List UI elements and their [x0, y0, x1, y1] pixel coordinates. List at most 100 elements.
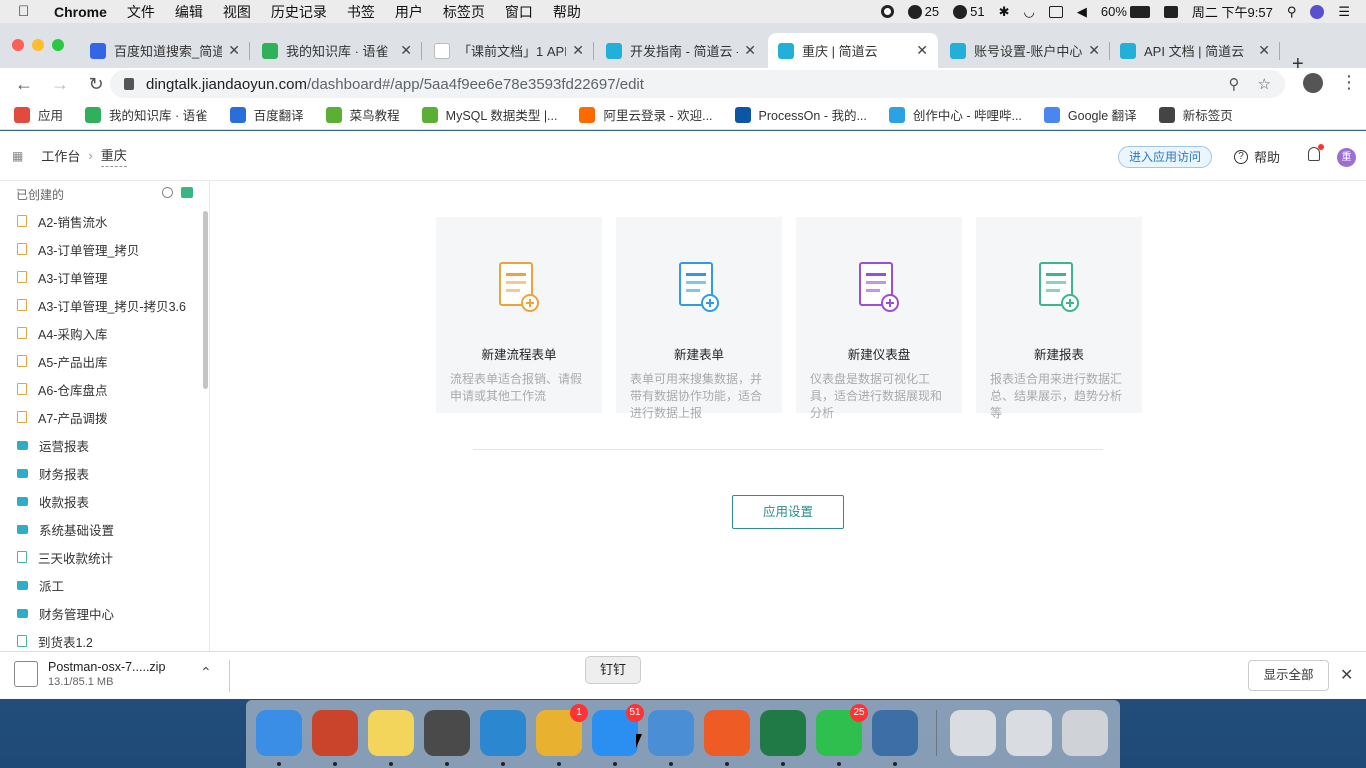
- create-card-1[interactable]: 新建流程表单 流程表单适合报销、请假申请或其他工作流: [436, 217, 602, 413]
- record-icon[interactable]: [880, 5, 894, 18]
- sidebar-item[interactable]: 三天收款统计: [0, 543, 209, 571]
- quicktime-icon[interactable]: [872, 710, 918, 766]
- bookmark-star-icon[interactable]: ☆: [1258, 75, 1271, 93]
- menu-kebab-icon[interactable]: ⋮: [1340, 72, 1358, 93]
- address-bar[interactable]: dingtalk.jiandaoyun.com/dashboard#/app/5…: [110, 70, 1285, 98]
- screenshot-file-icon[interactable]: [1006, 710, 1052, 756]
- close-window-button[interactable]: [12, 39, 24, 51]
- download-item[interactable]: Postman-osx-7.....zip 13.1/85.1 MB ⌃: [14, 660, 212, 688]
- tab-close-icon[interactable]: ✕: [1088, 42, 1100, 59]
- menu-window[interactable]: 窗口: [505, 2, 533, 22]
- screen-icon[interactable]: [648, 710, 694, 766]
- enter-app-button[interactable]: 进入应用访问: [1118, 146, 1213, 168]
- sidebar-item[interactable]: 派工: [0, 571, 209, 599]
- tab-4[interactable]: 开发指南 - 简道云 - ✕: [596, 33, 766, 68]
- maximize-window-button[interactable]: [52, 39, 64, 51]
- breadcrumb-workbench[interactable]: 工作台: [41, 146, 80, 165]
- bookmark-item[interactable]: MySQL 数据类型 |...: [421, 105, 557, 124]
- sidebar-item[interactable]: A7-产品调拨: [0, 403, 209, 431]
- tab-close-icon[interactable]: ✕: [228, 42, 240, 59]
- siri-icon[interactable]: [1310, 4, 1325, 19]
- sidebar-item[interactable]: A5-产品出库: [0, 347, 209, 375]
- menu-history[interactable]: 历史记录: [271, 2, 327, 22]
- menu-edit[interactable]: 编辑: [175, 2, 203, 22]
- notification-bell-icon[interactable]: [1308, 144, 1324, 161]
- notes-icon[interactable]: [368, 710, 414, 766]
- sidebar-item[interactable]: 到货表1.2: [0, 627, 209, 651]
- menu-file[interactable]: 文件: [127, 2, 155, 22]
- excel-icon[interactable]: [760, 710, 806, 766]
- sidebar-item[interactable]: 财务报表: [0, 459, 209, 487]
- tab-1[interactable]: 百度知道搜索_简道云 ✕: [80, 33, 250, 68]
- apps-grid-icon[interactable]: ▦: [12, 149, 23, 163]
- notification-center-icon[interactable]: ☰: [1338, 4, 1350, 20]
- tab-2[interactable]: 我的知识库 · 语雀 ✕: [252, 33, 422, 68]
- postman-icon[interactable]: [704, 710, 750, 766]
- bookmark-item[interactable]: 创作中心 - 哔哩哔...: [888, 105, 1022, 124]
- trash-icon[interactable]: [1062, 710, 1108, 756]
- sidebar-scrollbar[interactable]: [203, 211, 208, 389]
- user-avatar[interactable]: 重: [1337, 148, 1356, 167]
- finder-icon[interactable]: [256, 710, 302, 766]
- create-card-2[interactable]: 新建表单 表单可用来搜集数据，并带有数据协作功能，适合进行数据上报: [616, 217, 782, 420]
- volume-icon[interactable]: ◀: [1077, 4, 1087, 20]
- bookmark-item[interactable]: 阿里云登录 - 欢迎...: [579, 105, 713, 124]
- app-settings-button[interactable]: 应用设置: [732, 495, 844, 529]
- lock-icon[interactable]: [124, 78, 134, 90]
- sidebar-item[interactable]: 系统基础设置: [0, 515, 209, 543]
- bookmark-item[interactable]: 应用: [14, 105, 63, 124]
- menu-bookmarks[interactable]: 书签: [347, 2, 375, 22]
- bookmark-item[interactable]: Google 翻译: [1043, 105, 1137, 124]
- sidebar-item[interactable]: A3-订单管理_拷贝-拷贝3.6: [0, 291, 209, 319]
- sidebar-item[interactable]: 运营报表: [0, 431, 209, 459]
- close-download-bar-icon[interactable]: ✕: [1340, 665, 1353, 685]
- reload-icon[interactable]: ↻: [84, 74, 108, 95]
- display-icon[interactable]: [1048, 5, 1063, 18]
- bookmark-item[interactable]: 新标签页: [1158, 105, 1233, 124]
- show-all-button[interactable]: 显示全部: [1248, 660, 1329, 691]
- bookmark-item[interactable]: 我的知识库 · 语雀: [85, 105, 208, 124]
- tab-5[interactable]: 重庆 | 简道云 ✕: [768, 33, 938, 68]
- tab-6[interactable]: 账号设置-账户中心 ✕: [940, 33, 1110, 68]
- zoom-icon[interactable]: ⚲: [1229, 75, 1240, 93]
- tab-close-icon[interactable]: ✕: [400, 42, 412, 59]
- create-card-3[interactable]: 新建仪表盘 仪表盘是数据可视化工具，适合进行数据展现和分析: [796, 217, 962, 420]
- minimize-window-button[interactable]: [32, 39, 44, 51]
- tab-7[interactable]: API 文档 | 简道云 ✕: [1110, 33, 1280, 68]
- apple-icon[interactable]: : [18, 3, 40, 20]
- battery-status[interactable]: 60%: [1101, 4, 1150, 19]
- tab-close-icon[interactable]: ✕: [916, 42, 928, 59]
- menu-help[interactable]: 帮助: [553, 2, 581, 22]
- excel-file-icon[interactable]: [950, 710, 996, 756]
- sublime-icon[interactable]: [424, 710, 470, 766]
- spotlight-icon[interactable]: ⚲: [1287, 4, 1297, 20]
- sidebar-item[interactable]: 财务管理中心: [0, 599, 209, 627]
- breadcrumb-current-app[interactable]: 重庆: [100, 145, 127, 167]
- tab-3[interactable]: 「课前文档」1 API接 ✕: [424, 33, 594, 68]
- wifi-icon[interactable]: ◡: [1024, 4, 1035, 20]
- tab-close-icon[interactable]: ✕: [1258, 42, 1270, 59]
- sidebar-add-icon[interactable]: [181, 187, 193, 198]
- tab-close-icon[interactable]: ✕: [572, 42, 584, 59]
- input-method-icon[interactable]: [1163, 5, 1178, 18]
- chevron-up-icon[interactable]: ⌃: [200, 664, 212, 681]
- clock[interactable]: 周二 下午9:57: [1192, 2, 1273, 21]
- menu-user[interactable]: 用户: [395, 2, 423, 22]
- sidebar-item[interactable]: 收款报表: [0, 487, 209, 515]
- profile-icon[interactable]: [1303, 73, 1323, 93]
- bookmark-item[interactable]: ProcessOn - 我的...: [734, 105, 867, 124]
- dingtalk-icon[interactable]: 51: [592, 704, 644, 766]
- powerpoint-icon[interactable]: [312, 710, 358, 766]
- sidebar-item[interactable]: A3-订单管理: [0, 263, 209, 291]
- menu-app-name[interactable]: Chrome: [54, 4, 107, 20]
- sidebar-search-icon[interactable]: [162, 187, 173, 198]
- tab-close-icon[interactable]: ✕: [744, 42, 756, 59]
- sidebar-item[interactable]: A3-订单管理_拷贝: [0, 235, 209, 263]
- webstorm-icon[interactable]: [480, 710, 526, 766]
- back-icon[interactable]: ←: [12, 74, 36, 95]
- bookmark-item[interactable]: 菜鸟教程: [325, 105, 400, 124]
- forward-icon[interactable]: →: [48, 74, 72, 95]
- help-button[interactable]: ? 帮助: [1234, 147, 1280, 166]
- menu-view[interactable]: 视图: [223, 2, 251, 22]
- wechat-status[interactable]: 25: [907, 4, 939, 19]
